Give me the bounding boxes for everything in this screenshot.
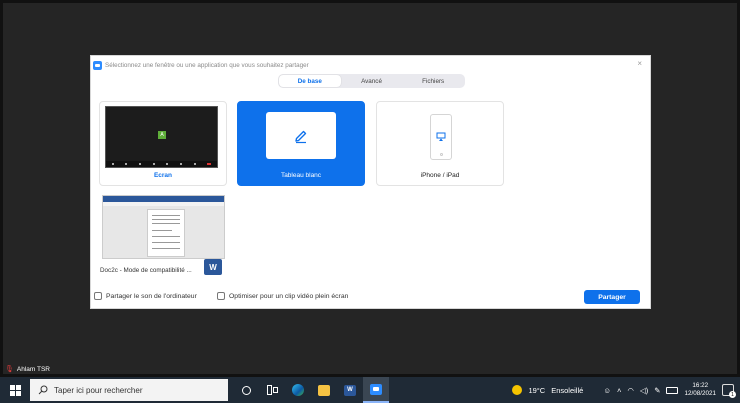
clock-date: 12/08/2021 — [684, 390, 716, 397]
cortana-icon[interactable] — [233, 377, 259, 403]
search-icon — [38, 385, 48, 395]
dialog-title: Sélectionnez une fenêtre ou une applicat… — [105, 61, 309, 69]
people-icon[interactable]: ☺ — [603, 386, 611, 395]
start-button[interactable] — [0, 377, 30, 403]
tab-de-base[interactable]: De base — [279, 75, 341, 87]
share-tile-whiteboard[interactable]: Tableau blanc — [237, 101, 365, 186]
share-button[interactable]: Partager — [584, 290, 640, 304]
system-tray: 19°C Ensoleillé ☺ ˄ ◠ ◁) ✎ 16:22 12/08/2… — [512, 377, 740, 403]
participant-name: Ahlam TSR — [16, 365, 51, 373]
pen-icon[interactable]: ✎ — [654, 386, 660, 395]
chevron-up-icon[interactable]: ˄ — [617, 386, 621, 395]
document-thumbnail — [102, 195, 225, 259]
file-explorer-icon[interactable] — [311, 377, 337, 403]
share-sound-label: Partager le son de l'ordinateur — [106, 292, 197, 300]
pencil-icon — [295, 130, 307, 143]
checkbox-box[interactable] — [94, 292, 102, 300]
close-icon[interactable]: × — [637, 59, 642, 68]
tile-label-whiteboard: Tableau blanc — [280, 172, 322, 179]
tile-label-document: Doc2c - Mode de compatibilité ... — [100, 267, 192, 274]
dialog-title-bar: Sélectionnez une fenêtre ou une applicat… — [93, 59, 309, 71]
weather-text[interactable]: Ensoleillé — [551, 386, 583, 395]
dialog-footer: Partager le son de l'ordinateur Optimise… — [91, 286, 650, 306]
zoom-logo-icon — [93, 60, 102, 70]
share-tile-iphone[interactable]: iPhone / iPad — [376, 101, 504, 186]
tile-label-screen: Écran — [153, 172, 173, 179]
search-placeholder: Taper ici pour rechercher — [54, 385, 143, 395]
zoom-taskbar-icon[interactable] — [363, 377, 389, 403]
tab-avance[interactable]: Avancé — [341, 75, 403, 87]
taskbar-search-input[interactable]: Taper ici pour rechercher — [30, 379, 228, 401]
clock-time: 16:22 — [692, 382, 709, 389]
meeting-toolbar-thumbnail — [106, 161, 217, 167]
weather-temp[interactable]: 19°C — [528, 386, 545, 395]
phone-icon — [430, 114, 452, 160]
airplay-icon — [436, 132, 446, 141]
optimize-video-checkbox[interactable]: Optimiser pour un clip vidéo plein écran — [217, 292, 348, 300]
windows-icon — [9, 384, 21, 396]
optimize-video-label: Optimiser pour un clip vidéo plein écran — [229, 292, 349, 300]
task-view-icon[interactable] — [259, 377, 285, 403]
volume-icon[interactable]: ◁) — [640, 386, 648, 395]
share-tile-document[interactable]: W Doc2c - Mode de compatibilité ... — [99, 195, 227, 277]
tab-fichiers[interactable]: Fichiers — [402, 75, 464, 87]
screen-thumbnail: A — [105, 106, 218, 168]
edge-icon[interactable] — [285, 377, 311, 403]
checkbox-box[interactable] — [217, 292, 225, 300]
word-taskbar-icon[interactable]: W — [337, 377, 363, 403]
mic-muted-icon: 🎙 — [5, 366, 14, 373]
whiteboard-card — [266, 112, 336, 159]
clock[interactable]: 16:22 12/08/2021 — [684, 382, 716, 398]
notification-count: 1 — [729, 391, 736, 398]
share-dialog: Sélectionnez une fenêtre ou une applicat… — [90, 55, 651, 309]
share-sound-checkbox[interactable]: Partager le son de l'ordinateur — [94, 292, 197, 300]
weather-sun-icon[interactable] — [512, 385, 523, 395]
tile-label-iphone: iPhone / iPad — [420, 172, 460, 179]
avatar: A — [158, 131, 166, 139]
network-icon[interactable]: ◠ — [627, 386, 634, 395]
share-tabs: De base Avancé Fichiers — [278, 74, 465, 88]
share-tile-screen[interactable]: A Écran — [99, 101, 227, 186]
notification-icon[interactable]: 1 — [722, 384, 736, 398]
keyboard-icon[interactable] — [666, 386, 679, 394]
participant-name-tag: 🎙 Ahlam TSR — [5, 365, 51, 374]
taskbar: Taper ici pour rechercher W 19°C Ensolei… — [0, 377, 740, 403]
